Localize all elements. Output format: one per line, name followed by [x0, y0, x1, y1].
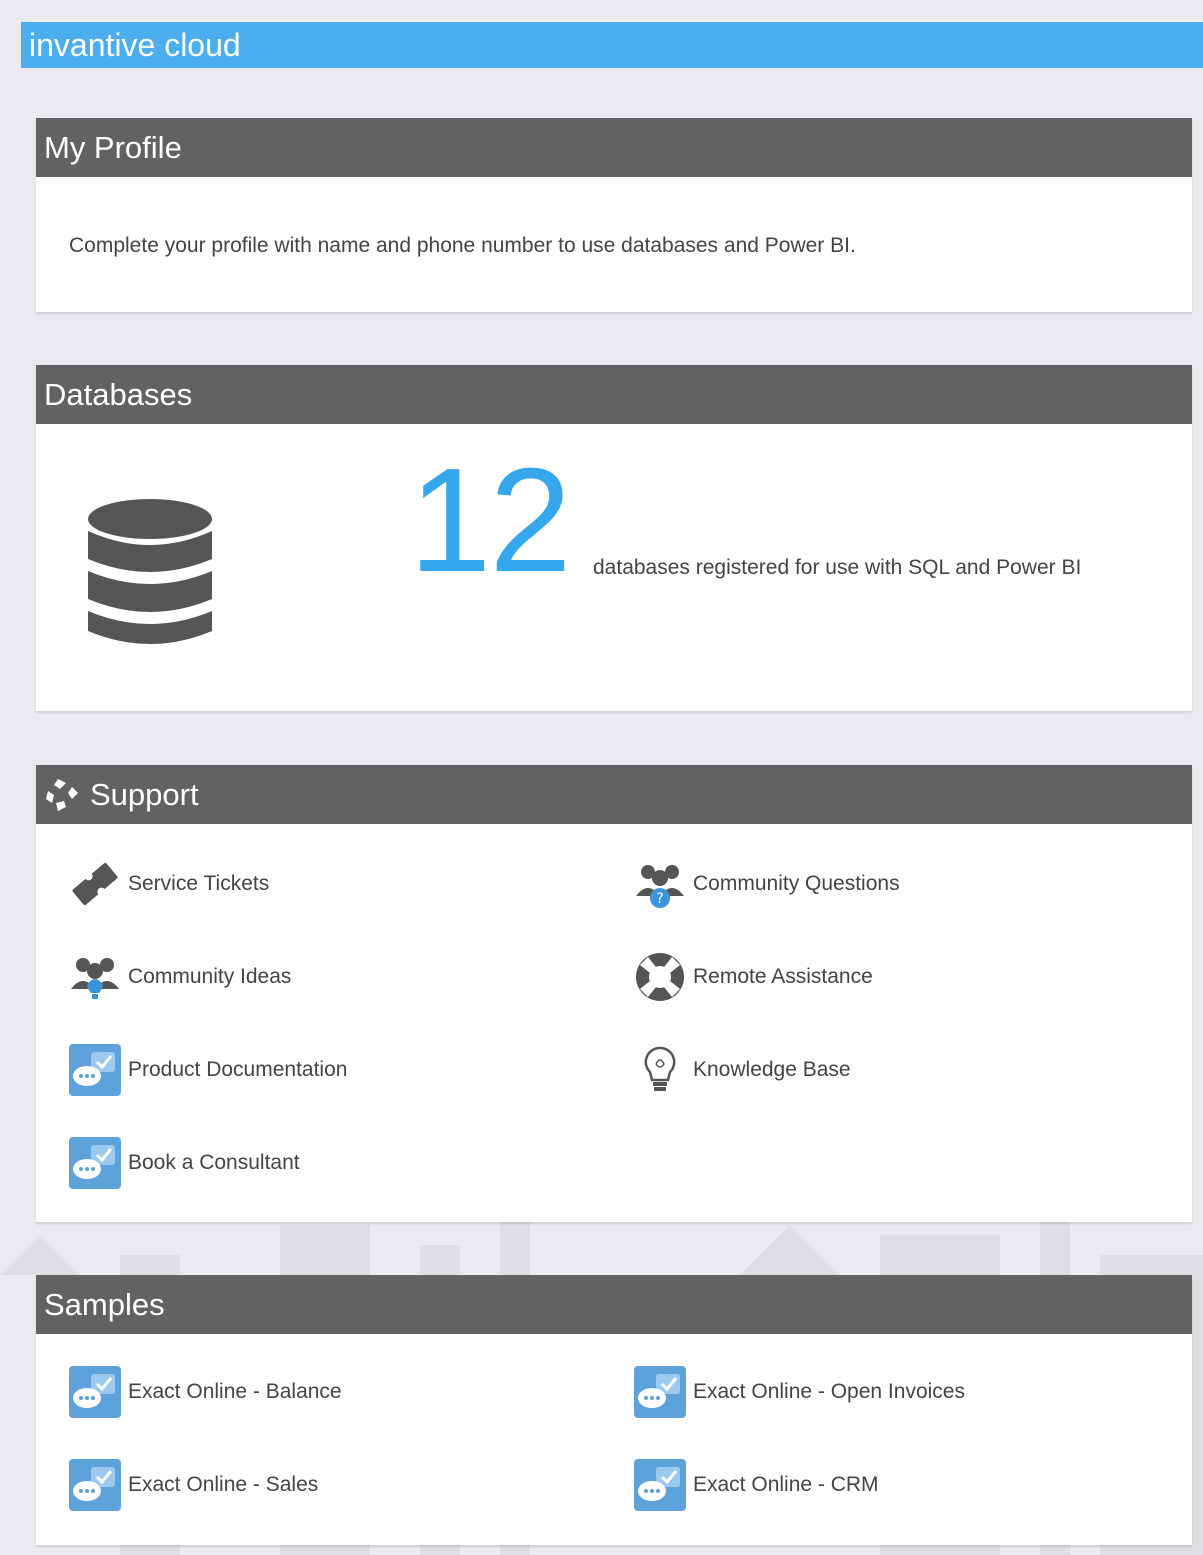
profile-panel-header: My Profile [36, 118, 1192, 177]
community-questions-icon: ? [633, 857, 687, 911]
lifebuoy-icon [633, 950, 687, 1004]
service-tickets-link[interactable]: Service Tickets [68, 857, 269, 911]
sample-open-invoices-link[interactable]: Exact Online - Open Invoices [633, 1365, 965, 1419]
community-questions-link[interactable]: ? Community Questions [633, 857, 900, 911]
knowledge-base-label: Knowledge Base [693, 1058, 851, 1081]
app-title-bar: invantive cloud [21, 22, 1203, 68]
support-heading: Support [90, 777, 199, 812]
community-ideas-icon [68, 950, 122, 1004]
database-count: 12 [409, 438, 572, 603]
community-questions-label: Community Questions [693, 872, 900, 895]
sample-sales-link[interactable]: Exact Online - Sales [68, 1458, 318, 1512]
product-documentation-label: Product Documentation [128, 1058, 348, 1081]
support-panel-header: Support [36, 765, 1192, 824]
app-title: invantive cloud [29, 27, 241, 63]
database-description: databases registered for use with SQL an… [593, 556, 1082, 579]
sample-crm-label: Exact Online - CRM [693, 1473, 879, 1496]
sample-sales-label: Exact Online - Sales [128, 1473, 319, 1496]
ticket-icon [68, 857, 122, 911]
sample-open-invoices-label: Exact Online - Open Invoices [693, 1380, 965, 1403]
lightbulb-icon [633, 1043, 687, 1097]
knowledge-base-link[interactable]: Knowledge Base [633, 1043, 851, 1097]
profile-heading: My Profile [44, 130, 182, 165]
chat-tile-icon [68, 1043, 122, 1097]
chat-tile-icon [633, 1458, 687, 1512]
service-tickets-label: Service Tickets [128, 872, 270, 895]
book-consultant-link[interactable]: Book a Consultant [68, 1136, 300, 1190]
chat-tile-icon [68, 1136, 122, 1190]
samples-heading: Samples [44, 1287, 165, 1322]
sample-balance-label: Exact Online - Balance [128, 1380, 342, 1403]
databases-heading: Databases [44, 377, 193, 412]
community-ideas-link[interactable]: Community Ideas [68, 950, 291, 1004]
databases-panel: Databases 12 databases registered for us… [36, 365, 1192, 711]
remote-assistance-label: Remote Assistance [693, 965, 873, 988]
chat-tile-icon [633, 1365, 687, 1419]
chat-tile-icon [68, 1458, 122, 1512]
svg-text:?: ? [656, 891, 663, 907]
profile-panel: My Profile Complete your profile with na… [36, 118, 1192, 312]
profile-message[interactable]: Complete your profile with name and phon… [69, 234, 856, 258]
sample-crm-link[interactable]: Exact Online - CRM [633, 1458, 879, 1512]
databases-panel-header: Databases [36, 365, 1192, 424]
community-ideas-label: Community Ideas [128, 965, 292, 988]
support-icon [46, 778, 78, 811]
support-panel: Support Service Tickets ? Community Ques… [36, 765, 1192, 1222]
samples-panel-header: Samples [36, 1275, 1192, 1334]
book-consultant-label: Book a Consultant [128, 1151, 300, 1174]
database-icon [88, 499, 212, 644]
remote-assistance-link[interactable]: Remote Assistance [633, 950, 873, 1004]
chat-tile-icon [68, 1365, 122, 1419]
samples-panel: Samples Exact Online - Balance Exact Onl [36, 1275, 1192, 1545]
product-documentation-link[interactable]: Product Documentation [68, 1043, 347, 1097]
sample-balance-link[interactable]: Exact Online - Balance [68, 1365, 342, 1419]
